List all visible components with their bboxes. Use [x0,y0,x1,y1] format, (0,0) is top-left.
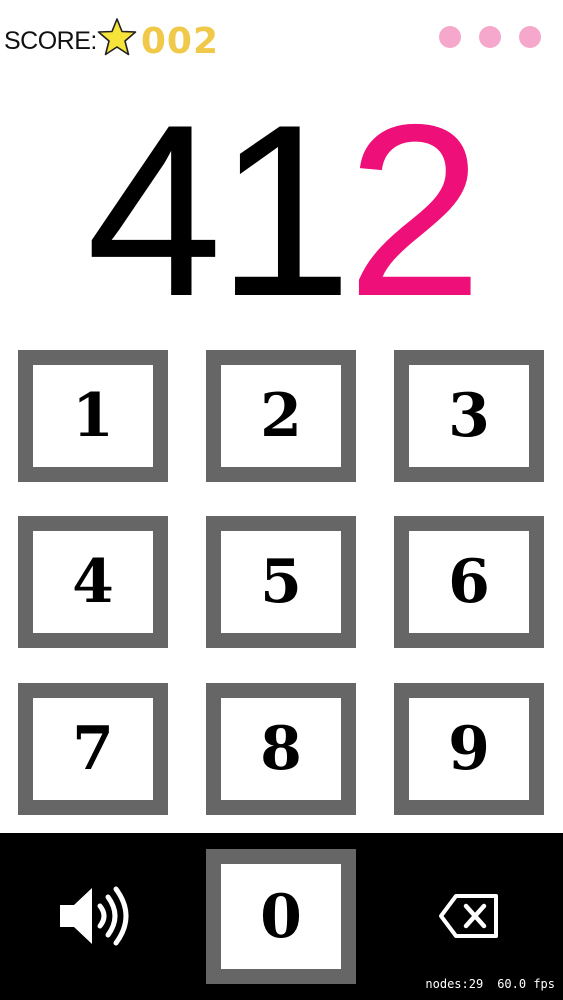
entered-number-display: 412 [0,88,563,333]
key-label: 7 [72,714,114,784]
key-5-button[interactable]: 5 [206,516,356,648]
dot [479,26,501,48]
key-8-button[interactable]: 8 [206,683,356,815]
key-label: 4 [72,547,114,617]
speaker-icon[interactable] [56,883,132,949]
key-label: 1 [72,381,114,451]
more-dots-icon[interactable] [439,26,541,48]
key-label: 2 [260,381,302,451]
key-label: 8 [260,714,302,784]
key-7-button[interactable]: 7 [18,683,168,815]
key-label: 6 [448,547,490,617]
key-6-button[interactable]: 6 [394,516,544,648]
key-label: 3 [448,381,490,451]
score-label: SCORE: [4,26,97,55]
fps-counter: 60.0 fps [497,977,555,991]
key-label: 5 [260,547,302,617]
score-value: 002 [140,20,220,62]
key-4-button[interactable]: 4 [18,516,168,648]
debug-stats: nodes:29 60.0 fps [425,977,555,991]
star-icon [97,18,137,56]
highlighted-digit: 2 [346,73,483,347]
key-label: 9 [448,714,490,784]
score-bar: SCORE: 002 [4,16,219,66]
dot [439,26,461,48]
key-2-button[interactable]: 2 [206,350,356,482]
key-0-button[interactable]: 0 [206,849,356,984]
backspace-icon[interactable] [438,893,500,939]
key-label: 0 [260,881,302,952]
key-3-button[interactable]: 3 [394,350,544,482]
entered-digits: 41 [86,73,353,347]
key-9-button[interactable]: 9 [394,683,544,815]
key-1-button[interactable]: 1 [18,350,168,482]
dot [519,26,541,48]
node-count: nodes:29 [425,977,484,991]
